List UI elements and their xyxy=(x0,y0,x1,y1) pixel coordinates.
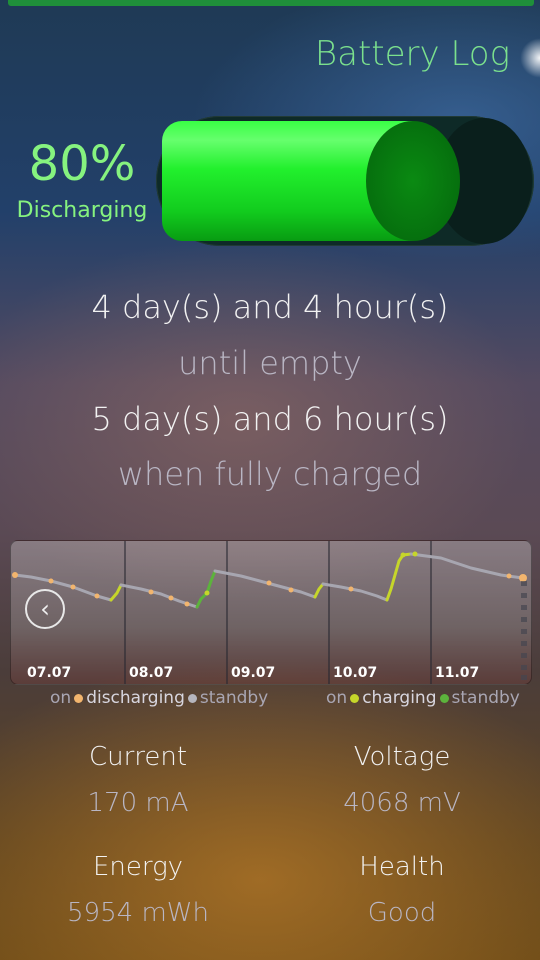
on-marker xyxy=(70,584,76,590)
legend-standby-label: standby xyxy=(199,688,269,708)
chevron-left-icon: ‹ xyxy=(40,595,50,623)
date-label: 09.07 xyxy=(231,665,276,681)
legend-discharging: on discharging standby xyxy=(50,688,268,708)
scale-tick xyxy=(521,605,527,610)
time-until-empty: 4 day(s) and 4 hour(s) xyxy=(91,288,449,326)
scale-tick xyxy=(521,593,527,598)
discharge-line xyxy=(321,582,389,602)
discharging-standby-dot xyxy=(187,693,197,703)
date-label: 11.07 xyxy=(435,665,480,681)
scale-tick xyxy=(521,629,527,634)
on-marker xyxy=(348,586,354,592)
discharging-on-dot xyxy=(74,693,84,703)
charge-line xyxy=(109,583,123,602)
discharge-line xyxy=(213,569,317,599)
on-marker xyxy=(266,580,272,586)
page-title: Battery Log xyxy=(314,34,510,74)
scale-tick xyxy=(521,675,527,680)
on-marker xyxy=(94,593,100,599)
legend-on-label: on xyxy=(326,688,348,708)
current-label: Current xyxy=(88,742,188,772)
on-marker xyxy=(168,595,174,601)
scale-tick xyxy=(521,641,527,646)
battery-fill-end xyxy=(366,121,460,241)
scale-tick xyxy=(521,653,527,658)
charging-on-dot xyxy=(350,693,360,703)
pulley-indicator xyxy=(520,38,540,78)
voltage-value: 4068 mV xyxy=(343,788,461,818)
date-label: 07.07 xyxy=(27,665,72,681)
energy-value: 5954 mWh xyxy=(67,898,209,928)
scale-tick xyxy=(521,581,527,586)
battery-gauge xyxy=(156,116,534,246)
charge-line xyxy=(385,552,413,602)
health-value: Good xyxy=(367,898,437,928)
legend-charging: on charging standby xyxy=(326,688,520,708)
health-label: Health xyxy=(359,852,445,882)
charge-line xyxy=(195,569,217,609)
legend-charging-label: charging xyxy=(362,688,437,708)
voltage-label: Voltage xyxy=(353,742,451,772)
battery-status: Discharging xyxy=(16,198,148,223)
on-marker xyxy=(506,573,512,579)
on-marker xyxy=(288,587,294,593)
energy-label: Energy xyxy=(92,852,184,882)
scale-tick xyxy=(521,617,527,622)
charging-marker xyxy=(204,590,210,596)
when-full-label: when fully charged xyxy=(117,455,423,493)
on-marker xyxy=(184,601,190,607)
scale-tick xyxy=(521,665,527,670)
date-label: 10.07 xyxy=(333,665,378,681)
on-marker xyxy=(148,589,154,595)
top-status-bar xyxy=(8,0,534,6)
time-when-full: 5 day(s) and 6 hour(s) xyxy=(91,400,449,438)
charging-standby-dot xyxy=(439,693,449,703)
legend-on-label: on xyxy=(50,688,72,708)
battery-history-graph[interactable]: ‹ 07.07 08.07 09.07 10.07 11.07 xyxy=(10,540,532,685)
charge-line xyxy=(313,582,325,599)
battery-percentage: 80% xyxy=(28,136,136,192)
legend-discharging-label: discharging xyxy=(86,688,185,708)
legend-standby-label: standby xyxy=(451,688,520,708)
charging-marker xyxy=(412,551,418,557)
current-value: 170 mA xyxy=(87,788,189,818)
date-label: 08.07 xyxy=(129,665,174,681)
on-marker xyxy=(12,572,18,578)
graph-plot xyxy=(12,541,527,684)
discharge-line xyxy=(409,552,525,580)
on-marker xyxy=(48,578,54,584)
until-empty-label: until empty xyxy=(178,344,362,382)
scroll-back-button[interactable]: ‹ xyxy=(25,589,65,629)
on-marker xyxy=(519,574,527,582)
charging-marker xyxy=(400,552,406,558)
